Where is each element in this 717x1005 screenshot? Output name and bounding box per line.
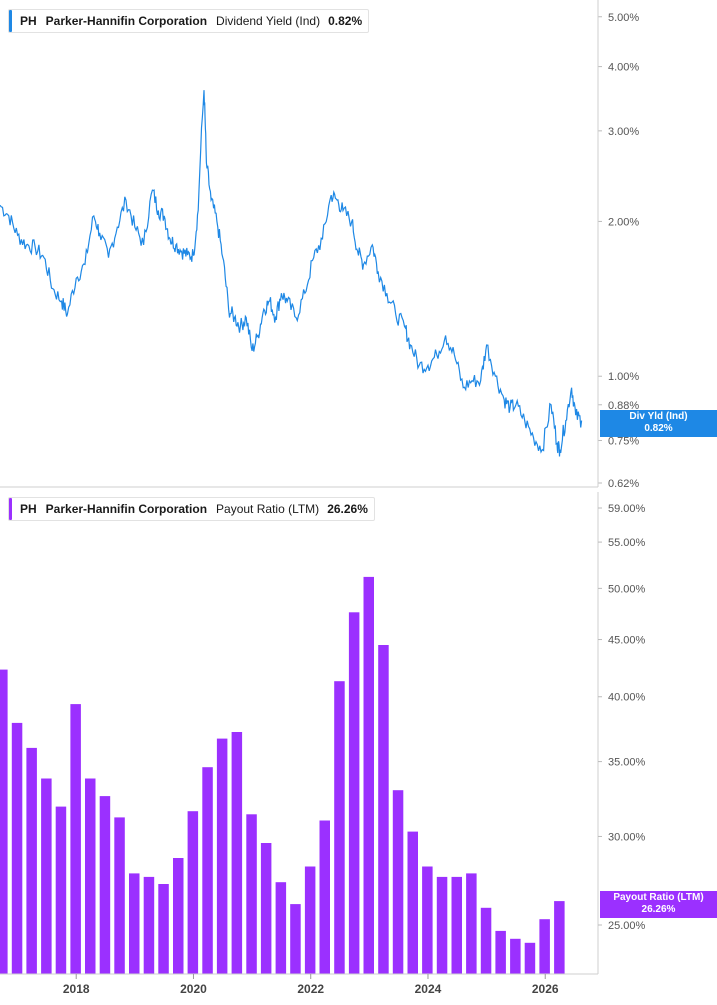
- flag-value: 26.26%: [641, 904, 676, 915]
- y-tick-label: 5.00%: [608, 12, 639, 24]
- payout-bar[interactable]: [290, 904, 301, 974]
- payout-bar[interactable]: [41, 778, 52, 975]
- payout-bar[interactable]: [275, 882, 287, 974]
- payout-bar[interactable]: [348, 612, 360, 974]
- payout-bar[interactable]: [231, 732, 243, 974]
- y-tick-label: 25.00%: [608, 920, 646, 932]
- flag-label: Div Yld (Ind): [629, 411, 688, 422]
- payout-bar[interactable]: [436, 876, 448, 974]
- y-tick-label: 0.62%: [608, 478, 639, 490]
- payout-ratio-panel: 59.00% 55.00% 50.00% 45.00% 40.00% 35.00% 30.0…: [0, 503, 646, 974]
- legend-ticker: PH: [20, 14, 37, 28]
- payout-bar[interactable]: [524, 942, 536, 974]
- payout-bar[interactable]: [319, 820, 331, 975]
- payout-bar[interactable]: [451, 876, 463, 974]
- payout-bar[interactable]: [495, 930, 506, 974]
- payout-bar[interactable]: [99, 796, 111, 974]
- x-tick-label: 2024: [415, 982, 442, 996]
- payout-bar[interactable]: [158, 884, 169, 974]
- dividend-yield-line: [0, 90, 583, 457]
- legend-metric: Payout Ratio (LTM): [216, 502, 320, 516]
- x-tick-label: 2022: [297, 982, 324, 996]
- y-tick-label: 2.00%: [608, 216, 639, 228]
- y-tick-label: 40.00%: [608, 692, 646, 704]
- payout-bar[interactable]: [187, 811, 199, 974]
- payout-bar[interactable]: [173, 858, 184, 974]
- y-tick-label: 0.75%: [608, 435, 639, 447]
- legend-value: 26.26%: [327, 502, 368, 516]
- payout-bar[interactable]: [260, 843, 272, 974]
- y-tick-label: 35.00%: [608, 757, 646, 769]
- y-tick-label: 4.00%: [608, 62, 639, 74]
- x-tick-label: 2020: [180, 982, 207, 996]
- payout-bar[interactable]: [304, 866, 316, 975]
- dividend-yield-legend[interactable]: PH Parker-Hannifin Corporation Dividend …: [8, 9, 370, 33]
- y-tick-label: 3.00%: [608, 126, 639, 138]
- flag-label: Payout Ratio (LTM): [613, 892, 704, 903]
- x-axis: 2018 2020 2022 2024 2026: [63, 974, 559, 996]
- legend-ticker: PH: [20, 502, 37, 516]
- dividend-yield-value-flag: Div Yld (Ind) 0.82%: [600, 410, 717, 437]
- payout-bar[interactable]: [129, 873, 140, 974]
- payout-bar[interactable]: [407, 831, 419, 974]
- payout-bar[interactable]: [0, 669, 8, 974]
- flag-value: 0.82%: [644, 423, 673, 434]
- payout-bar[interactable]: [363, 576, 375, 974]
- payout-bar[interactable]: [114, 817, 125, 974]
- y-tick-label: 59.00%: [608, 503, 646, 515]
- y-tick-label: 50.00%: [608, 583, 646, 595]
- dividend-yield-panel: 5.00%4.00%3.00%2.00%1.00%0.88%0.75%0.62%: [0, 12, 639, 490]
- payout-bar[interactable]: [392, 790, 404, 974]
- payout-bar[interactable]: [26, 747, 37, 974]
- payout-bar[interactable]: [85, 778, 96, 975]
- payout-bar[interactable]: [216, 738, 228, 974]
- payout-bar[interactable]: [554, 901, 565, 974]
- payout-bar[interactable]: [510, 938, 521, 974]
- y-tick-label: 30.00%: [608, 831, 646, 843]
- payout-bar[interactable]: [202, 767, 213, 974]
- legend-color-swatch: [9, 498, 12, 520]
- x-tick-label: 2018: [63, 982, 90, 996]
- legend-company: Parker-Hannifin Corporation: [45, 502, 208, 516]
- payout-ratio-y-axis: 59.00% 55.00% 50.00% 45.00% 40.00% 35.00% 30.0…: [598, 503, 646, 932]
- payout-bar[interactable]: [466, 873, 477, 974]
- payout-ratio-legend[interactable]: PH Parker-Hannifin Corporation Payout Ra…: [8, 497, 375, 521]
- payout-bar[interactable]: [378, 645, 389, 974]
- y-tick-label: 1.00%: [608, 371, 639, 383]
- payout-bar[interactable]: [480, 907, 492, 974]
- payout-ratio-value-flag: Payout Ratio (LTM) 26.26%: [600, 891, 717, 918]
- payout-bar[interactable]: [143, 876, 155, 974]
- payout-bar[interactable]: [334, 681, 345, 974]
- payout-bar[interactable]: [55, 806, 67, 974]
- payout-bar[interactable]: [246, 814, 257, 974]
- x-tick-label: 2026: [532, 982, 559, 996]
- payout-bar[interactable]: [11, 722, 23, 974]
- y-tick-label: 45.00%: [608, 635, 646, 647]
- payout-bar[interactable]: [539, 919, 550, 974]
- y-tick-label: 55.00%: [608, 537, 646, 549]
- payout-ratio-bars: [0, 576, 565, 975]
- legend-color-swatch: [9, 10, 12, 32]
- legend-value: 0.82%: [328, 14, 363, 28]
- payout-bar[interactable]: [70, 704, 81, 974]
- payout-bar[interactable]: [422, 866, 433, 975]
- legend-company: Parker-Hannifin Corporation: [45, 14, 208, 28]
- legend-metric: Dividend Yield (Ind): [216, 14, 321, 28]
